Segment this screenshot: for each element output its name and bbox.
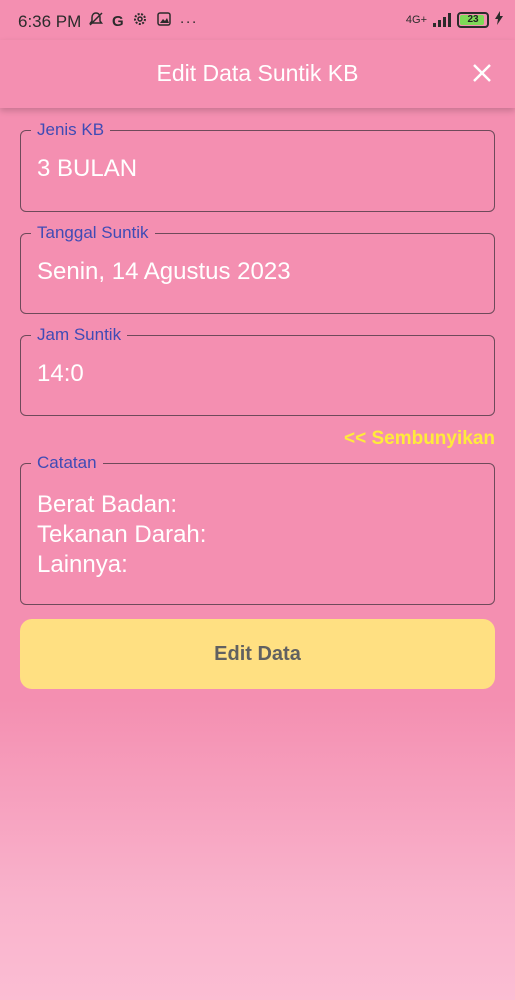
battery-level: 23 [467,13,479,25]
jam-suntik-label: Jam Suntik [31,325,128,345]
tanggal-suntik-field[interactable]: Tanggal Suntik Senin, 14 Agustus 2023 [20,223,495,314]
status-system-icons: 4G+ 23 [406,11,503,28]
catatan-line: Tekanan Darah: [37,521,207,548]
catatan-line: Lainnya: [37,551,128,578]
settings-icon [132,11,148,31]
page-title: Edit Data Suntik KB [156,60,359,86]
battery-icon: 23 [457,11,489,28]
google-icon: G [112,12,124,30]
bell-off-icon [88,11,104,31]
catatan-field[interactable]: Catatan Berat Badan: Tekanan Darah: Lain… [20,453,495,605]
network-type-label: 4G+ [405,13,427,26]
signal-icon [433,12,451,27]
catatan-line: Berat Badan: [37,491,178,518]
jam-suntik-value: 14:0 [37,360,84,387]
charging-icon [495,11,503,28]
status-notification-icons: G ··· [88,11,198,31]
tanggal-suntik-label: Tanggal Suntik [31,223,155,243]
gallery-icon [156,11,172,31]
jenis-kb-label: Jenis KB [31,120,111,140]
jenis-kb-field[interactable]: Jenis KB 3 BULAN [20,120,495,212]
hide-notes-toggle[interactable]: << Sembunyikan [344,428,495,450]
edit-data-button[interactable]: Edit Data [20,619,495,689]
tanggal-suntik-value: Senin, 14 Agustus 2023 [37,258,291,285]
catatan-text: Berat Badan: Tekanan Darah: Lainnya: [37,490,206,580]
catatan-label: Catatan [31,453,103,473]
jenis-kb-value: 3 BULAN [37,155,138,182]
close-icon [473,64,491,82]
status-bar: 6:36 PM G ··· 4G+ 23 [0,0,515,40]
app-bar: Edit Data Suntik KB [0,40,515,108]
more-dots-icon: ··· [179,12,198,30]
jam-suntik-field[interactable]: Jam Suntik 14:0 [20,325,495,416]
status-time: 6:36 PM [18,12,82,31]
close-button[interactable] [467,58,497,88]
